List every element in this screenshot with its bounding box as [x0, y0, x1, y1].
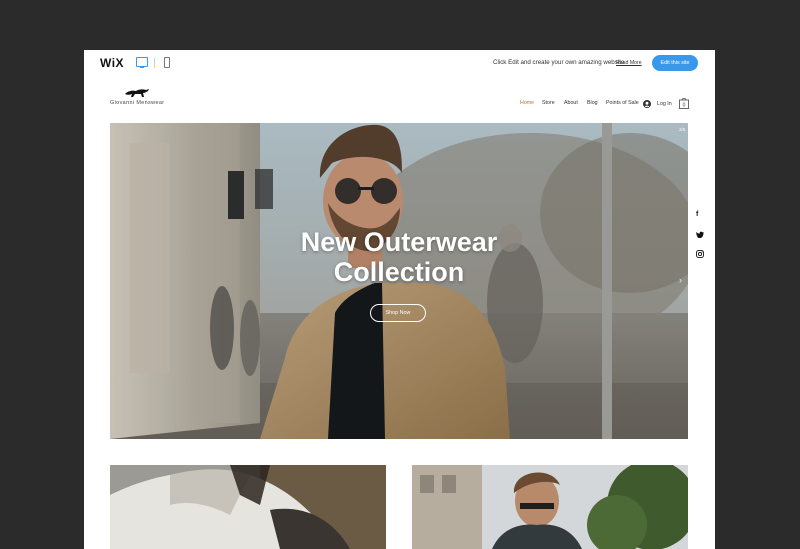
mobile-view-icon[interactable] [164, 57, 170, 68]
nav-home[interactable]: Home [520, 100, 534, 106]
hero-slideshow[interactable]: New Outerwear Collection Shop Now 2/5 › [110, 123, 688, 439]
edit-site-button[interactable]: Edit this site [652, 55, 698, 71]
nav-store[interactable]: Store [542, 100, 555, 106]
panther-logo-icon[interactable] [124, 87, 150, 99]
nav-points-of-sale[interactable]: Points of Sale [606, 100, 639, 106]
instagram-icon[interactable] [696, 250, 704, 258]
shop-now-button[interactable]: Shop Now [370, 304, 426, 322]
product-tile-image [412, 465, 688, 549]
twitter-icon[interactable] [696, 231, 704, 238]
product-tile-image [110, 465, 386, 549]
edit-message: Click Edit and create your own amazing w… [493, 59, 625, 66]
chevron-right-icon[interactable]: › [679, 275, 682, 285]
cart-icon[interactable]: 0 [679, 97, 689, 109]
user-avatar-icon[interactable] [643, 100, 651, 108]
slide-counter: 2/5 [679, 127, 686, 132]
nav-about[interactable]: About [564, 100, 578, 106]
divider [154, 58, 155, 68]
desktop-view-icon[interactable] [136, 57, 148, 68]
brand-name[interactable]: Giovanni Menswear [110, 100, 164, 106]
product-tile[interactable] [412, 465, 688, 549]
product-tile[interactable] [110, 465, 386, 549]
facebook-icon[interactable]: f [696, 211, 698, 218]
read-more-link[interactable]: Read More [616, 60, 642, 66]
hero-title-line-1: New Outerwear [300, 227, 498, 257]
wix-logo: WiX [100, 56, 125, 70]
nav-blog[interactable]: Blog [587, 100, 598, 106]
hero-title: New Outerwear Collection [110, 227, 688, 287]
site-preview-frame: WiX Click Edit and create your own amazi… [84, 50, 715, 549]
hero-title-line-2: Collection [333, 257, 465, 287]
cart-count: 0 [683, 103, 686, 109]
wix-top-bar: WiX Click Edit and create your own amazi… [84, 50, 715, 77]
login-link[interactable]: Log In [657, 101, 672, 107]
